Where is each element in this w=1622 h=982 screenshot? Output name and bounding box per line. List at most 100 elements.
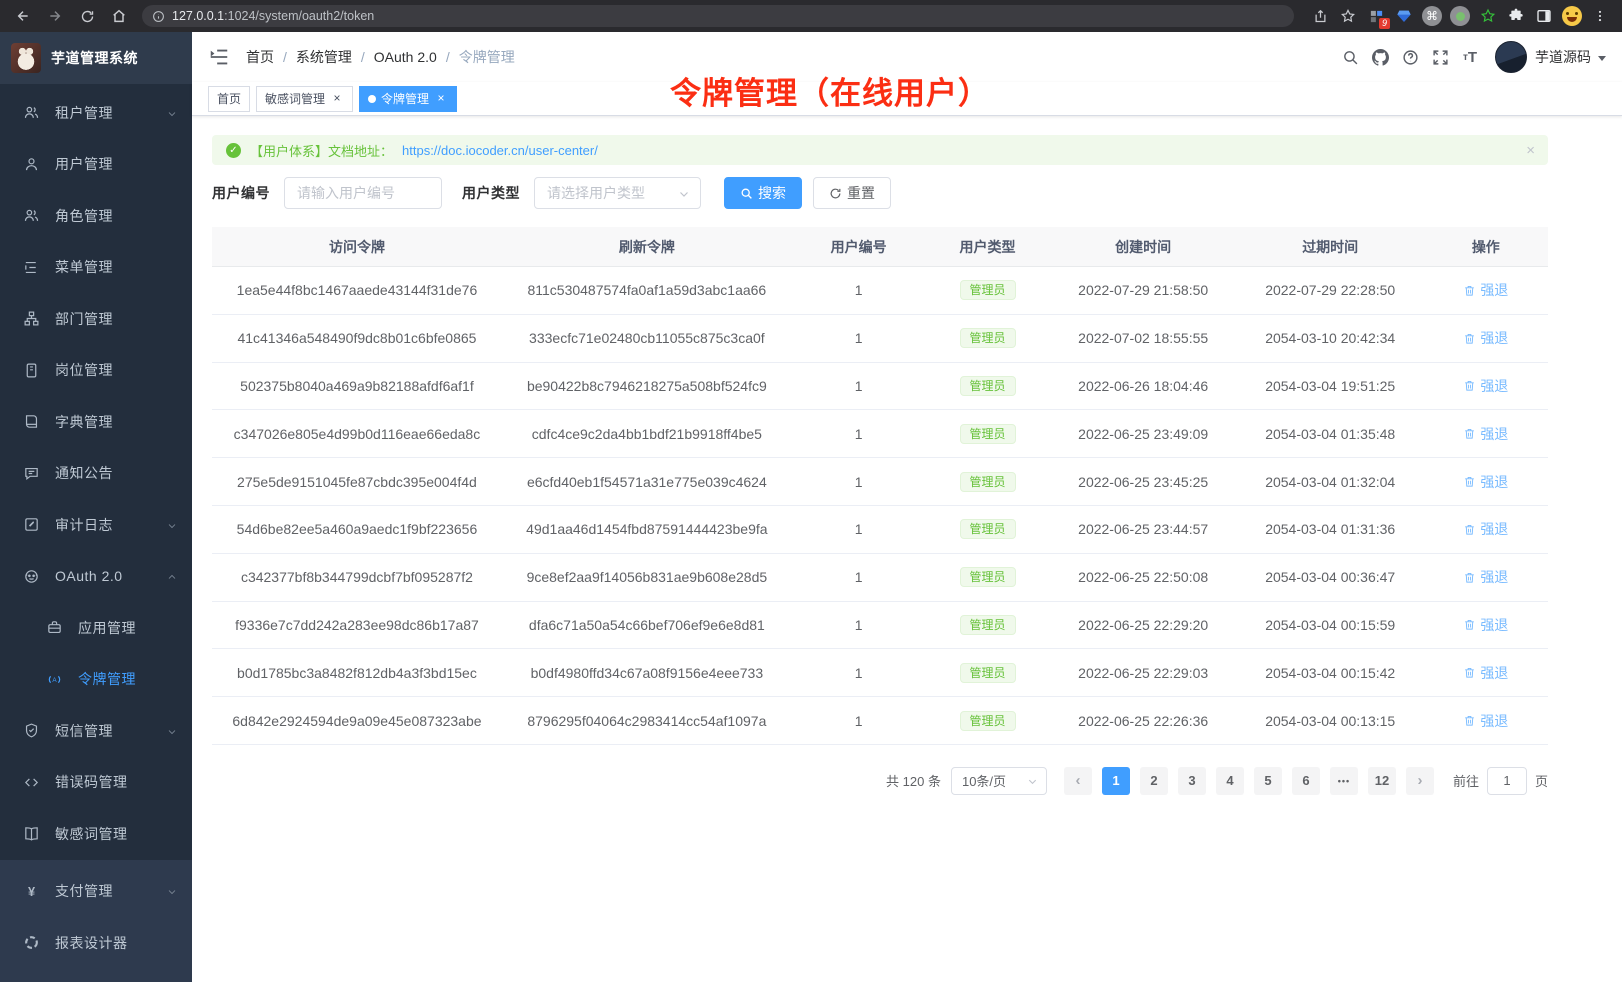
table-row: 41c41346a548490f9dc8b01c6bfe0865333ecfc7… [212, 315, 1548, 363]
sidebar-item-error-code[interactable]: 错误码管理 [0, 757, 192, 809]
caret-down-icon[interactable] [1598, 56, 1606, 65]
extension-record-icon[interactable] [1448, 4, 1472, 28]
extension-puzzle-icon[interactable] [1504, 4, 1528, 28]
access-token-cell: 275e5de9151045fe87cbdc395e004f4d [212, 474, 502, 490]
share-icon[interactable] [1308, 4, 1332, 28]
page-button-3[interactable]: 3 [1178, 767, 1206, 795]
sidebar-item-sensitive[interactable]: 敏感词管理 [0, 808, 192, 860]
sidebar-item-report[interactable]: 报表设计器 [0, 917, 192, 969]
browser-reload-icon[interactable] [74, 3, 100, 29]
reset-button[interactable]: 重置 [813, 177, 891, 209]
page-button-12[interactable]: 12 [1368, 767, 1396, 795]
user-type-badge: 管理员 [960, 615, 1016, 635]
app-logo[interactable]: 芋道管理系统 [0, 32, 192, 84]
token-signal-icon: A [46, 671, 63, 688]
page-button-5[interactable]: 5 [1254, 767, 1282, 795]
font-size-icon[interactable]: тT [1455, 42, 1485, 72]
sidebar-item-label: 菜单管理 [55, 257, 178, 277]
tab-首页[interactable]: 首页 [208, 86, 250, 112]
sidebar-item-oauth2-token[interactable]: A令牌管理 [0, 654, 192, 706]
sidebar-item-notice[interactable]: 通知公告 [0, 448, 192, 500]
extension-star-icon[interactable] [1476, 4, 1500, 28]
more-pages-button[interactable]: ••• [1330, 767, 1358, 795]
sidebar-item-oauth2-app[interactable]: 应用管理 [0, 602, 192, 654]
fullscreen-icon[interactable] [1425, 42, 1455, 72]
user-type-cell: 管理员 [925, 663, 1049, 683]
alert-close-icon[interactable]: × [1526, 142, 1535, 159]
profile-avatar-emoji[interactable] [1560, 4, 1584, 28]
report-design-icon [23, 934, 40, 951]
tab-close-icon[interactable]: × [330, 92, 344, 106]
sidebar-item-post[interactable]: 岗位管理 [0, 345, 192, 397]
user-type-badge: 管理员 [960, 376, 1016, 396]
sidebar-item-label: 通知公告 [55, 463, 178, 483]
breadcrumb-item[interactable]: 系统管理 [296, 47, 352, 67]
bookmark-star-icon[interactable] [1336, 4, 1360, 28]
sidebar-item-role[interactable]: 角色管理 [0, 190, 192, 242]
tab-敏感词管理[interactable]: 敏感词管理× [256, 86, 353, 112]
site-info-icon[interactable] [152, 10, 165, 23]
page-button-1[interactable]: 1 [1102, 767, 1130, 795]
tab-令牌管理[interactable]: 令牌管理× [359, 86, 457, 112]
sidebar-item-tenant[interactable]: 租户管理 [0, 87, 192, 139]
sidebar-item-sms[interactable]: 短信管理 [0, 705, 192, 757]
alert-doc-link[interactable]: https://doc.iocoder.cn/user-center/ [402, 143, 598, 158]
sidebar-item-menu[interactable]: 菜单管理 [0, 242, 192, 294]
browser-forward-icon[interactable] [42, 3, 68, 29]
browser-home-icon[interactable] [106, 3, 132, 29]
browser-back-icon[interactable] [10, 3, 36, 29]
force-logout-button[interactable]: 强退 [1463, 280, 1508, 300]
page-button-2[interactable]: 2 [1140, 767, 1168, 795]
github-icon[interactable] [1365, 42, 1395, 72]
sidebar-item-dict[interactable]: 字典管理 [0, 396, 192, 448]
tab-close-icon[interactable]: × [434, 92, 448, 106]
sidebar-item-label: 错误码管理 [55, 772, 178, 792]
extension-command-icon[interactable]: ⌘ [1420, 4, 1444, 28]
page-size-select[interactable]: 10条/页 [951, 767, 1047, 795]
user-avatar[interactable] [1495, 41, 1527, 73]
force-logout-button[interactable]: 强退 [1463, 519, 1508, 539]
force-logout-button[interactable]: 强退 [1463, 376, 1508, 396]
table-row: 275e5de9151045fe87cbdc395e004f4de6cfd40e… [212, 458, 1548, 506]
access-token-cell: 6d842e2924594de9a09e45e087323abe [212, 713, 502, 729]
help-icon[interactable] [1395, 42, 1425, 72]
trash-icon [1463, 379, 1476, 392]
prev-page-button[interactable]: ‹ [1064, 767, 1092, 795]
goto-page-input[interactable] [1487, 767, 1527, 795]
force-logout-button[interactable]: 强退 [1463, 472, 1508, 492]
force-logout-button[interactable]: 强退 [1463, 615, 1508, 635]
sidebar-panel-icon[interactable] [1532, 4, 1556, 28]
user-type-select[interactable]: 请选择用户类型 [534, 177, 701, 209]
search-icon[interactable] [1335, 42, 1365, 72]
sidebar-collapse-icon[interactable] [208, 46, 230, 68]
active-dot [368, 95, 376, 103]
page-button-6[interactable]: 6 [1292, 767, 1320, 795]
sidebar-item-audit-log[interactable]: 审计日志 [0, 499, 192, 551]
user-type-cell: 管理员 [925, 328, 1049, 348]
address-bar[interactable]: 127.0.0.1:1024/system/oauth2/token [142, 5, 1294, 27]
force-logout-button[interactable]: 强退 [1463, 424, 1508, 444]
breadcrumb-item[interactable]: 首页 [246, 47, 274, 67]
search-button[interactable]: 搜索 [724, 177, 802, 209]
sidebar-item-pay[interactable]: ¥支付管理 [0, 866, 192, 918]
sidebar-item-dept[interactable]: 部门管理 [0, 293, 192, 345]
force-logout-button[interactable]: 强退 [1463, 711, 1508, 731]
refresh-token-cell: 9ce8ef2aa9f14056b831ae9b608e28d5 [502, 569, 792, 585]
breadcrumb-item[interactable]: OAuth 2.0 [374, 49, 437, 65]
page-button-4[interactable]: 4 [1216, 767, 1244, 795]
sidebar-item-user[interactable]: 用户管理 [0, 139, 192, 191]
extension-gem-icon[interactable] [1392, 4, 1416, 28]
created-time-cell: 2022-06-25 22:50:08 [1050, 569, 1237, 585]
next-page-button[interactable]: › [1406, 767, 1434, 795]
page-suffix-label: 页 [1535, 771, 1548, 790]
sidebar-item-oauth2[interactable]: OAuth 2.0 [0, 551, 192, 603]
force-logout-button[interactable]: 强退 [1463, 567, 1508, 587]
app-briefcase-icon [46, 619, 63, 636]
force-logout-button[interactable]: 强退 [1463, 663, 1508, 683]
url-path: :1024/system/oauth2/token [224, 9, 374, 23]
browser-menu-kebab-icon[interactable] [1588, 4, 1612, 28]
user-id-input[interactable] [284, 177, 442, 209]
extension-grid-icon[interactable]: 9 [1364, 4, 1388, 28]
notice-chat-icon [23, 465, 40, 482]
force-logout-button[interactable]: 强退 [1463, 328, 1508, 348]
